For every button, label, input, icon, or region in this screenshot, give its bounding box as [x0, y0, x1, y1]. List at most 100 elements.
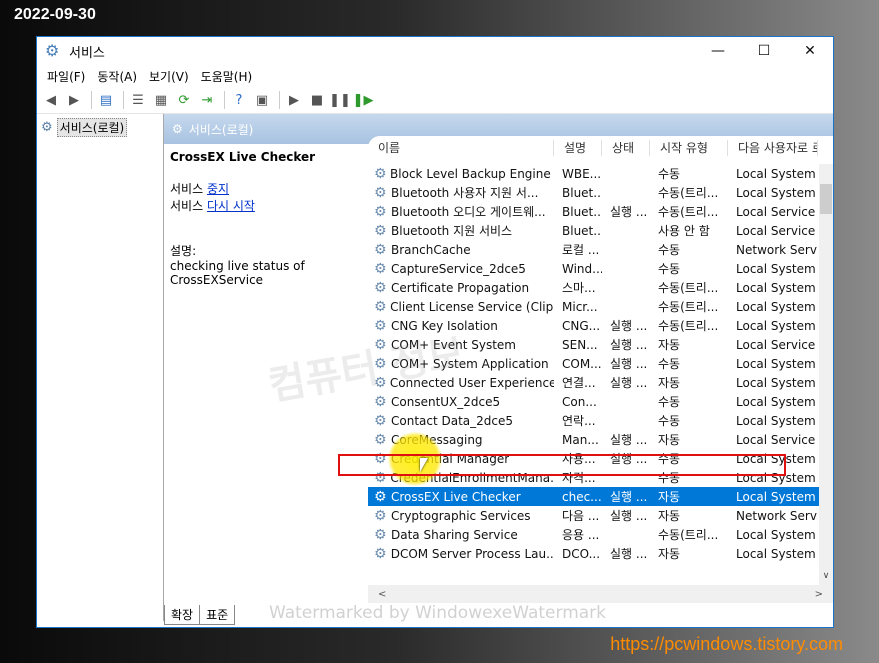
stop-service-icon[interactable]: ■ [307, 90, 327, 110]
stop-service-link[interactable]: 중지 [207, 182, 229, 196]
pause-service-icon[interactable]: ❚❚ [329, 90, 351, 110]
service-startup-type: 자동 [658, 490, 681, 504]
service-name: CNG Key Isolation [391, 318, 498, 333]
properties-list-icon[interactable]: ☰ [128, 90, 148, 110]
gear-icon: ⚙ [374, 184, 387, 201]
service-status: 실행 ... [610, 433, 648, 447]
export-icon[interactable]: ⇥ [197, 90, 217, 110]
description-label: 설명: [170, 244, 197, 258]
service-row[interactable]: ⚙ COM+ Event System SEN... 실행 ... 자동 Local Se… [368, 335, 819, 354]
back-arrow-icon[interactable]: ◀ [41, 90, 61, 110]
column-status[interactable]: 상태 [602, 140, 650, 156]
service-status: 실행 ... [610, 490, 648, 504]
tab-extended[interactable]: 확장 [164, 605, 201, 625]
gear-icon: ⚙ [374, 241, 387, 258]
service-rows: ⚙ Block Level Backup Engine ... WBE... 수동 Lo… [368, 164, 819, 563]
service-row[interactable]: ⚙ COM+ System Application COM... 실행 ... 수동 Lo… [368, 354, 819, 373]
service-row[interactable]: ⚙ Bluetooth 지원 서비스 Bluet... 사용 안 함 Local Ser… [368, 221, 819, 240]
minimize-button[interactable]: — [695, 37, 741, 65]
service-row[interactable]: ⚙ Block Level Backup Engine ... WBE... 수동 Lo… [368, 164, 819, 183]
restart-line: 서비스 다시 시작 [170, 197, 360, 214]
column-startup-type[interactable]: 시작 유형 [650, 140, 728, 156]
service-row[interactable]: ⚙ Credential Manager 사용... 실행 ... 수동 Local Sy… [368, 449, 819, 468]
service-row[interactable]: ⚙ CaptureService_2dce5 Wind... 수동 Local Syst… [368, 259, 819, 278]
service-name: Cryptographic Services [391, 508, 531, 523]
restart-service-link[interactable]: 다시 시작 [207, 199, 255, 213]
action-pane-icon[interactable]: ▣ [252, 90, 272, 110]
service-status: 실행 ... [610, 338, 648, 352]
service-row[interactable]: ⚙ CrossEX Live Checker chec... 실행 ... 자동 Loca… [368, 487, 819, 506]
column-log-on-as[interactable]: 다음 사용자로 로그온 [728, 140, 818, 156]
column-description[interactable]: 설명 [554, 140, 602, 156]
services-list: ^ 이름 설명 상태 시작 유형 다음 사용자로 로그온 ⚙Block Leve… [368, 136, 833, 603]
service-logon: Local System [736, 375, 816, 390]
maximize-button[interactable]: ☐ [741, 37, 787, 65]
service-startup-type: 수동 [658, 357, 681, 371]
toolbar-separator [279, 91, 280, 109]
menu-action[interactable]: 동작(A) [91, 68, 143, 85]
service-row[interactable]: ⚙ Data Sharing Service 응용 ... 수동(트리... Local… [368, 525, 819, 544]
service-row[interactable]: ⚙ CredentialEnrollmentMana... 자격... 수동 Local… [368, 468, 819, 487]
service-row[interactable]: ⚙ Cryptographic Services 다음 ... 실행 ... 자동 Net… [368, 506, 819, 525]
service-startup-type: 자동 [658, 547, 681, 561]
title-bar[interactable]: ⚙ 서비스 — ☐ ✕ [37, 37, 833, 65]
restart-service-icon[interactable]: ❚▶ [353, 90, 374, 110]
window-title: 서비스 [69, 45, 105, 61]
chevron-right-icon[interactable]: > [815, 589, 823, 600]
service-name: Bluetooth 지원 서비스 [391, 224, 513, 238]
service-row[interactable]: ⚙ DCOM Server Process Lau... DCO... 실행 ... 자… [368, 544, 819, 563]
vertical-scrollbar[interactable]: ∨ [819, 164, 833, 585]
close-button[interactable]: ✕ [787, 37, 833, 65]
description-text: checking live status of CrossEXService [170, 259, 305, 287]
service-name: Block Level Backup Engine ... [390, 166, 554, 181]
console-tree-icon[interactable]: ▤ [96, 90, 116, 110]
help-icon[interactable]: ? [229, 90, 249, 110]
service-row[interactable]: ⚙ Contact Data_2dce5 연락... 수동 Local System [368, 411, 819, 430]
service-name-cell: ⚙ Certificate Propagation [368, 280, 554, 296]
service-row[interactable]: ⚙ BranchCache 로컬 ... 수동 Network Service [368, 240, 819, 259]
service-startup-type: 수동 [658, 395, 681, 409]
service-name-cell: ⚙ CredentialEnrollmentMana... [368, 470, 554, 486]
menu-help[interactable]: 도움말(H) [195, 68, 259, 85]
service-row[interactable]: ⚙ Client License Service (Clip... Micr... 수… [368, 297, 819, 316]
service-status: 실행 ... [610, 509, 648, 523]
chevron-down-icon[interactable]: ∨ [819, 571, 833, 585]
service-row[interactable]: ⚙ Bluetooth 사용자 지원 서... Bluet... 수동(트리... Lo… [368, 183, 819, 202]
service-detail: CrossEX Live Checker 서비스 중지 서비스 다시 시작 설명… [170, 150, 360, 287]
menu-file[interactable]: 파일(F) [41, 68, 91, 85]
start-service-icon[interactable]: ▶ [284, 90, 304, 110]
service-row[interactable]: ⚙ CoreMessaging Man... 실행 ... 자동 Local Servic… [368, 430, 819, 449]
service-status: 실행 ... [610, 319, 648, 333]
scroll-thumb[interactable] [820, 184, 832, 214]
service-name-cell: ⚙ CoreMessaging [368, 432, 554, 448]
service-description: 사용... [562, 452, 596, 466]
service-status: 실행 ... [610, 205, 648, 219]
service-logon: Network Service [736, 508, 818, 523]
horizontal-scrollbar[interactable]: < > [368, 585, 833, 603]
refresh-icon[interactable]: ⟳ [174, 90, 194, 110]
forward-arrow-icon[interactable]: ▶ [64, 90, 84, 110]
gear-icon: ⚙ [374, 336, 387, 353]
service-row[interactable]: ⚙ Bluetooth 오디오 게이트웨... Bluet... 실행 ... 수동(트… [368, 202, 819, 221]
menu-view[interactable]: 보기(V) [143, 68, 195, 85]
service-name: Data Sharing Service [391, 527, 518, 542]
service-name-cell: ⚙ CaptureService_2dce5 [368, 261, 554, 277]
service-name: Contact Data_2dce5 [391, 413, 514, 428]
service-row[interactable]: ⚙ Certificate Propagation 스마... 수동(트리... Loc… [368, 278, 819, 297]
gear-icon: ⚙ [41, 120, 53, 135]
column-name[interactable]: 이름 [368, 140, 554, 156]
service-name: CredentialEnrollmentMana... [390, 470, 554, 485]
service-logon: Network Service [736, 242, 818, 257]
service-row[interactable]: ⚙ Connected User Experience... 연결... 실행 ...… [368, 373, 819, 392]
properties-icon[interactable]: ▦ [151, 90, 171, 110]
tab-standard[interactable]: 표준 [199, 605, 236, 625]
gear-icon: ⚙ [374, 507, 387, 524]
service-description: 스마... [562, 281, 596, 295]
service-row[interactable]: ⚙ ConsentUX_2dce5 Con... 수동 Local System [368, 392, 819, 411]
chevron-left-icon[interactable]: < [378, 589, 386, 600]
tree-item-services-local[interactable]: ⚙ 서비스(로컬) [41, 118, 163, 137]
service-row[interactable]: ⚙ CNG Key Isolation CNG... 실행 ... 수동(트리... Lo… [368, 316, 819, 335]
stop-line: 서비스 중지 [170, 180, 360, 197]
service-description: WBE... [562, 166, 602, 181]
service-name-cell: ⚙ Bluetooth 지원 서비스 [368, 222, 554, 239]
